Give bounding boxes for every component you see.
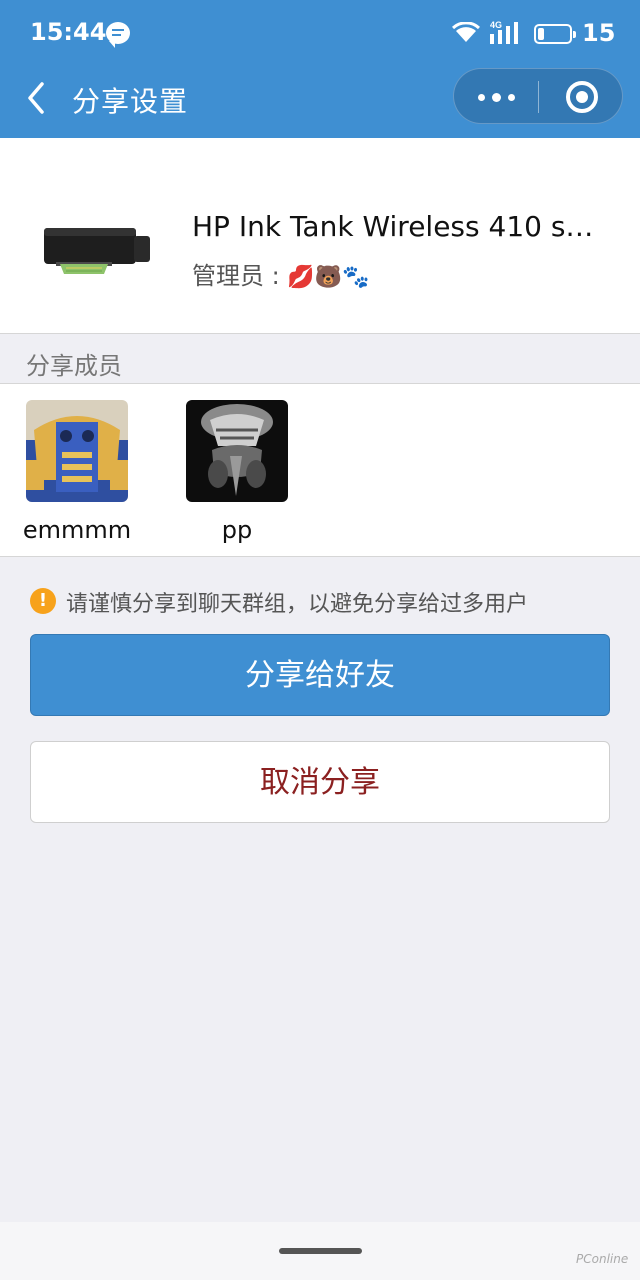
page-title: 分享设置 bbox=[72, 85, 189, 118]
status-bar: 15:44 4G 15 bbox=[0, 0, 640, 66]
target-close-icon[interactable] bbox=[566, 81, 598, 113]
chevron-left-icon[interactable] bbox=[22, 80, 52, 116]
network-label: 4G bbox=[490, 20, 502, 30]
battery-icon bbox=[534, 24, 576, 44]
bottom-bar: PConline bbox=[0, 1222, 640, 1280]
warning-icon: ! bbox=[30, 588, 56, 614]
capsule-divider bbox=[538, 81, 539, 113]
section-title-members: 分享成员 bbox=[26, 352, 122, 380]
home-indicator[interactable] bbox=[279, 1248, 362, 1254]
battery-level: 15 bbox=[582, 19, 616, 47]
admin-line: 管理员 : 💋🐻🐾 bbox=[192, 256, 370, 291]
mini-program-capsule bbox=[453, 68, 623, 124]
notice-text: 请谨慎分享到聊天群组，以避免分享给过多用户 bbox=[66, 592, 529, 617]
watermark: PConline bbox=[576, 1252, 629, 1266]
share-to-friend-button[interactable]: 分享给好友 bbox=[30, 634, 610, 716]
printer-icon bbox=[44, 228, 150, 274]
cancel-share-button[interactable]: 取消分享 bbox=[30, 741, 610, 823]
status-time: 15:44 bbox=[30, 18, 107, 46]
device-card: HP Ink Tank Wireless 410 s… 管理员 : 💋🐻🐾 bbox=[0, 138, 640, 334]
signal-icon: 4G bbox=[490, 20, 518, 44]
members-list: emmmm pp bbox=[0, 383, 640, 557]
member-name: emmmm bbox=[22, 516, 132, 544]
chat-icon bbox=[106, 22, 130, 48]
nav-bar: 分享设置 bbox=[0, 66, 640, 138]
member-item[interactable]: emmmm bbox=[12, 400, 142, 544]
member-item[interactable]: pp bbox=[172, 400, 302, 544]
admin-emojis: 💋🐻🐾 bbox=[287, 265, 370, 290]
device-name: HP Ink Tank Wireless 410 s… bbox=[192, 210, 594, 243]
more-dots-icon[interactable] bbox=[474, 77, 518, 117]
avatar bbox=[186, 400, 288, 502]
member-name: pp bbox=[221, 516, 253, 544]
top-bar: 15:44 4G 15 分享设置 bbox=[0, 0, 640, 138]
admin-label: 管理员 : bbox=[192, 262, 280, 290]
wifi-icon bbox=[452, 22, 480, 42]
avatar bbox=[26, 400, 128, 502]
